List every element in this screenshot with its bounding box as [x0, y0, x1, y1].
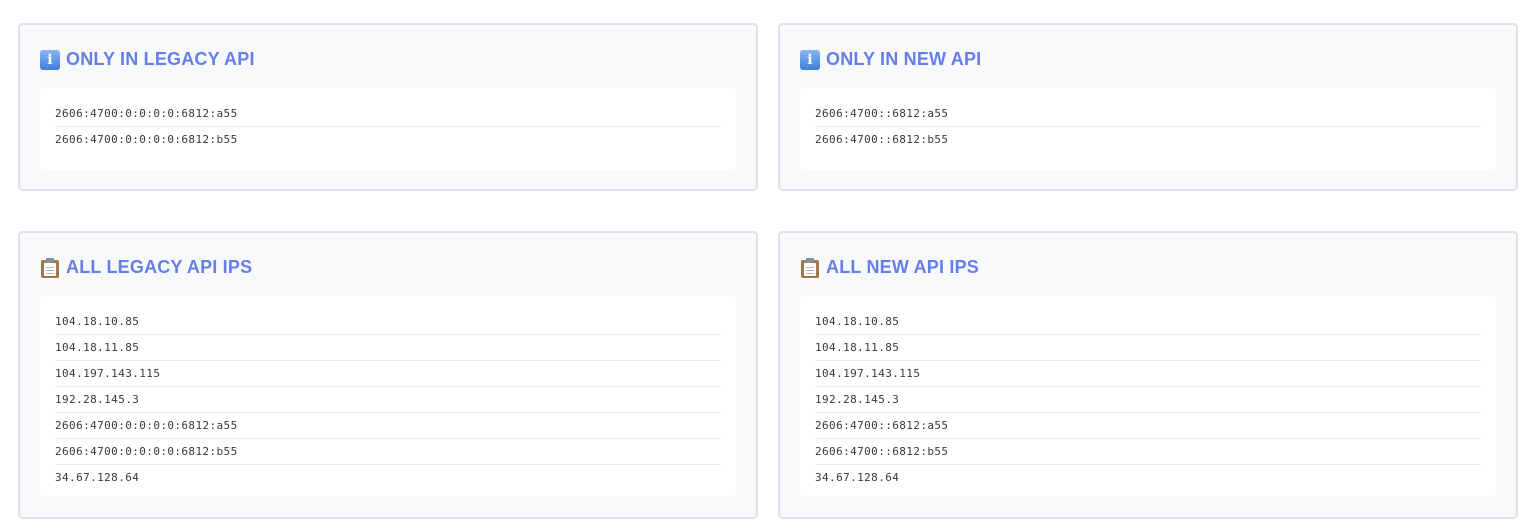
only-new-panel: i ONLY IN NEW API 2606:4700::6812:a55 26… [778, 23, 1518, 191]
all-new-title-text: ALL NEW API IPS [826, 257, 980, 277]
ip-list-item: 104.18.10.85 [815, 309, 1481, 335]
ip-list-item: 104.18.10.85 [55, 309, 721, 335]
ip-list-item: 2606:4700::6812:b55 [815, 133, 949, 146]
all-new-panel: ALL NEW API IPS 104.18.10.85 104.18.11.8… [778, 231, 1518, 519]
ip-list-item: 2606:4700:0:0:0:0:6812:a55 [55, 101, 721, 127]
ip-list-item: 2606:4700:0:0:0:0:6812:b55 [55, 439, 721, 465]
only-new-list: 2606:4700::6812:a55 2606:4700::6812:b55 [800, 88, 1496, 170]
ip-list-item: 104.197.143.115 [55, 361, 721, 387]
only-legacy-title: i ONLY IN LEGACY API [40, 49, 255, 70]
all-new-title: ALL NEW API IPS [800, 257, 979, 278]
ip-list-item: 34.67.128.64 [55, 471, 140, 484]
only-legacy-panel: i ONLY IN LEGACY API 2606:4700:0:0:0:0:6… [18, 23, 758, 191]
all-legacy-list: 104.18.10.85 104.18.11.85 104.197.143.11… [40, 296, 736, 496]
ip-list-item: 2606:4700:0:0:0:0:6812:a55 [55, 413, 721, 439]
info-icon: i [800, 49, 820, 70]
ip-list-item: 2606:4700::6812:a55 [815, 101, 1481, 127]
all-legacy-title-text: ALL LEGACY API IPS [66, 257, 253, 277]
only-new-title-text: ONLY IN NEW API [826, 49, 982, 69]
ip-list-item: 2606:4700:0:0:0:0:6812:b55 [55, 133, 238, 146]
clipboard-icon [41, 257, 59, 278]
all-new-list: 104.18.10.85 104.18.11.85 104.197.143.11… [800, 296, 1496, 496]
ip-list-item: 192.28.145.3 [55, 387, 721, 413]
ip-list-item: 104.197.143.115 [815, 361, 1481, 387]
ip-list-item: 34.67.128.64 [815, 471, 900, 484]
clipboard-icon [801, 257, 819, 278]
only-new-title: i ONLY IN NEW API [800, 49, 981, 70]
ip-list-item: 2606:4700::6812:b55 [815, 439, 1481, 465]
ip-list-item: 104.18.11.85 [815, 335, 1481, 361]
ip-list-item: 192.28.145.3 [815, 387, 1481, 413]
only-legacy-list: 2606:4700:0:0:0:0:6812:a55 2606:4700:0:0… [40, 88, 736, 170]
all-legacy-title: ALL LEGACY API IPS [40, 257, 252, 278]
all-legacy-panel: ALL LEGACY API IPS 104.18.10.85 104.18.1… [18, 231, 758, 519]
ip-list-item: 2606:4700::6812:a55 [815, 413, 1481, 439]
only-legacy-title-text: ONLY IN LEGACY API [66, 49, 255, 69]
ip-list-item: 104.18.11.85 [55, 335, 721, 361]
info-icon: i [40, 49, 60, 70]
